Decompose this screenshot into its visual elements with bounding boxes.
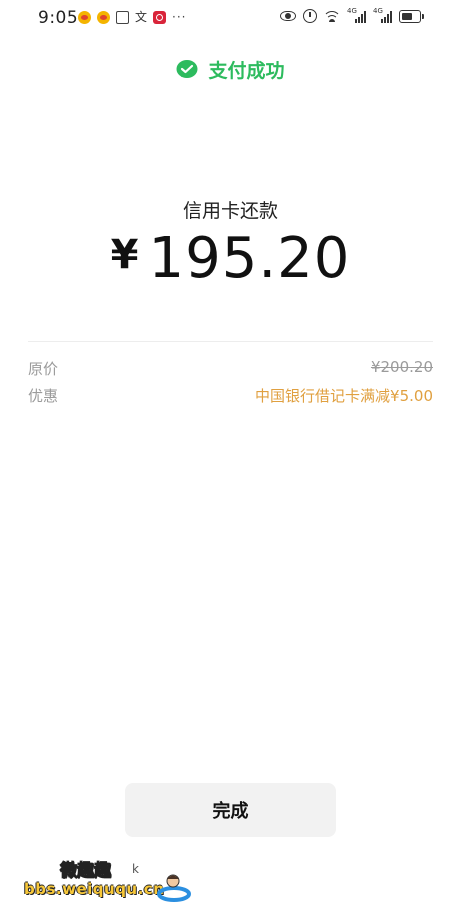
status-bar: 9:05 文 ··· 4G 4G	[0, 0, 461, 34]
status-time: 9:05	[38, 8, 79, 28]
currency-symbol: ¥	[110, 232, 139, 278]
divider	[28, 341, 433, 342]
payment-amount: ¥195.20	[0, 226, 461, 291]
eye-icon	[280, 11, 296, 21]
success-text: 支付成功	[208, 60, 285, 82]
payment-purpose: 信用卡还款	[182, 200, 278, 222]
watermark-mark: k	[132, 862, 139, 876]
discount-label: 优惠	[28, 387, 59, 405]
battery-icon	[399, 9, 424, 23]
signal-icon: 4G	[347, 7, 366, 23]
original-price-label: 原价	[28, 360, 59, 378]
text-icon: 文	[135, 9, 148, 24]
discount-row: 优惠 中国银行借记卡满减¥5.00	[28, 385, 433, 406]
alarm-icon	[303, 9, 317, 23]
watermark-chinese: 微趣趣	[60, 861, 112, 882]
red-app-icon	[153, 10, 167, 24]
original-price-row: 原价 ¥200.20	[28, 358, 433, 379]
notification-icons: 文 ···	[78, 10, 186, 24]
signal-icon: 4G	[373, 7, 392, 23]
system-icons: 4G 4G	[280, 7, 424, 23]
watermark-url: bbs.weiququ.cn	[24, 880, 165, 898]
wechat-pay-icon	[176, 59, 198, 81]
weibo-icon	[78, 10, 91, 24]
done-button[interactable]: 完成	[125, 783, 336, 837]
watermark: 微趣趣 k bbs.weiququ.cn	[24, 856, 224, 906]
payment-success-header: 支付成功	[0, 56, 461, 83]
photo-icon	[116, 10, 129, 24]
wifi-icon	[324, 10, 340, 22]
weibo-icon	[97, 10, 110, 24]
amount-value: 195.20	[148, 226, 351, 291]
original-price-value: ¥200.20	[370, 358, 433, 376]
watermark-mascot-icon	[157, 872, 191, 902]
discount-value: 中国银行借记卡满减¥5.00	[255, 387, 433, 405]
more-notifications-icon: ···	[172, 10, 187, 24]
